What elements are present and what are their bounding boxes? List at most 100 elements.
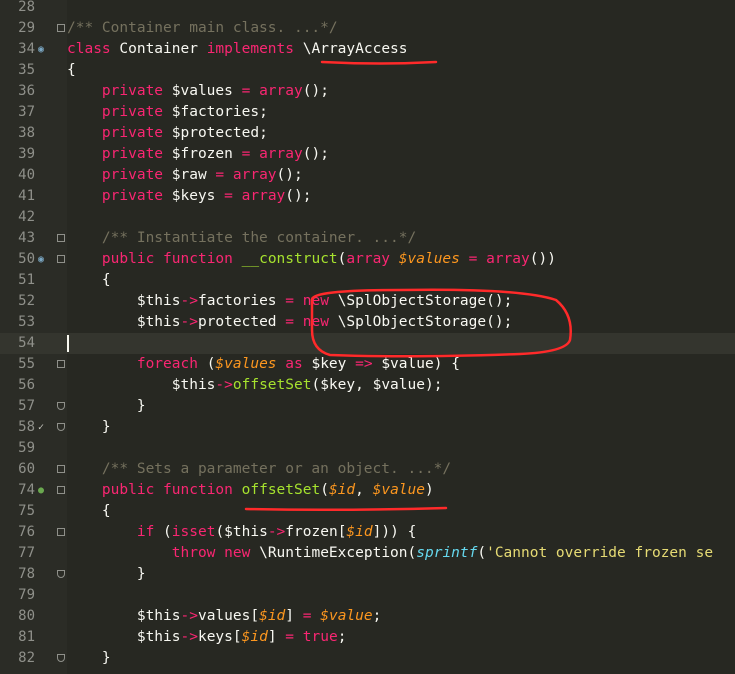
line-number: 43 (18, 230, 35, 246)
fold-toggle-icon[interactable] (57, 465, 65, 473)
implementation-icon[interactable]: ◉ (38, 39, 50, 60)
line-number: 35 (18, 62, 35, 78)
code-line[interactable]: 60 /** Sets a parameter or an object. ..… (0, 459, 735, 480)
line-number: 50 (18, 251, 35, 267)
code-line[interactable]: 81 $this->keys[$id] = true; (0, 627, 735, 648)
code-text: throw new \RuntimeException(sprintf('Can… (171, 545, 714, 561)
code-text: private $protected; (101, 125, 268, 141)
code-line[interactable]: 42 (0, 207, 735, 228)
code-text: class Container implements \ArrayAccess (67, 41, 408, 57)
code-text: { (101, 503, 111, 519)
line-number: 55 (18, 356, 35, 372)
fold-toggle-icon[interactable] (57, 255, 65, 263)
fold-toggle-icon[interactable] (57, 423, 65, 431)
code-line[interactable]: 82 } (0, 648, 735, 669)
code-line[interactable]: 41 private $keys = array(); (0, 186, 735, 207)
code-text: private $values = array(); (101, 83, 329, 99)
code-text: } (101, 419, 111, 435)
line-number: 60 (18, 461, 35, 477)
code-text: } (136, 398, 146, 414)
code-line[interactable]: 55 foreach ($values as $key => $value) { (0, 354, 735, 375)
fold-toggle-icon[interactable] (57, 402, 65, 410)
code-line[interactable]: 43 /** Instantiate the container. ...*/ (0, 228, 735, 249)
code-line[interactable]: 54 (0, 333, 735, 354)
code-text: if (isset($this->frozen[$id])) { (136, 524, 417, 540)
code-line[interactable]: 74 ● public function offsetSet($id, $valu… (0, 480, 735, 501)
line-number: 80 (18, 608, 35, 624)
code-line[interactable]: 57 } (0, 396, 735, 417)
line-number: 57 (18, 398, 35, 414)
line-number: 36 (18, 83, 35, 99)
code-line[interactable]: 28 (0, 0, 735, 18)
code-line[interactable]: 38 private $protected; (0, 123, 735, 144)
code-line[interactable]: 53 $this->protected = new \SplObjectStor… (0, 312, 735, 333)
line-number: 75 (18, 503, 35, 519)
line-number: 76 (18, 524, 35, 540)
line-number: 79 (18, 587, 35, 603)
line-number: 82 (18, 650, 35, 666)
code-text: $this->factories = new \SplObjectStorage… (136, 293, 513, 309)
code-line[interactable]: 52 $this->factories = new \SplObjectStor… (0, 291, 735, 312)
code-line[interactable]: 39 private $frozen = array(); (0, 144, 735, 165)
line-number: 28 (18, 0, 35, 15)
line-number: 78 (18, 566, 35, 582)
code-line[interactable]: 76 if (isset($this->frozen[$id])) { (0, 522, 735, 543)
code-text: $this->offsetSet($key, $value); (171, 377, 443, 393)
code-text: $this->values[$id] = $value; (136, 608, 382, 624)
fold-toggle-icon[interactable] (57, 24, 65, 32)
code-text: $this->protected = new \SplObjectStorage… (136, 314, 513, 330)
line-number: 81 (18, 629, 35, 645)
code-text: /** Instantiate the container. ...*/ (67, 230, 417, 246)
line-number: 41 (18, 188, 35, 204)
implements-method-icon[interactable]: ● (38, 480, 50, 501)
code-editor[interactable]: 28 29 /** Container main class. ...*/ 34 ◉ cl… (0, 0, 735, 674)
line-number: 54 (18, 335, 35, 351)
code-text: private $raw = array(); (101, 167, 303, 183)
fold-toggle-icon[interactable] (57, 528, 65, 536)
line-number: 37 (18, 104, 35, 120)
code-line[interactable]: 59 (0, 438, 735, 459)
line-number: 40 (18, 167, 35, 183)
code-text: { (101, 272, 111, 288)
line-number: 56 (18, 377, 35, 393)
code-line[interactable]: 36 private $values = array(); (0, 81, 735, 102)
line-number: 77 (18, 545, 35, 561)
line-number: 38 (18, 125, 35, 141)
fold-toggle-icon[interactable] (57, 486, 65, 494)
fold-toggle-icon[interactable] (57, 360, 65, 368)
line-number: 42 (18, 209, 35, 225)
text-caret (67, 335, 69, 352)
code-text: private $keys = array(); (101, 188, 312, 204)
code-line[interactable]: 56 $this->offsetSet($key, $value); (0, 375, 735, 396)
line-number: 39 (18, 146, 35, 162)
line-number: 29 (18, 20, 35, 36)
fold-toggle-icon[interactable] (57, 234, 65, 242)
code-line[interactable]: 80 $this->values[$id] = $value; (0, 606, 735, 627)
code-line[interactable]: 78 } (0, 564, 735, 585)
code-line[interactable]: 51 { (0, 270, 735, 291)
line-number: 74 (18, 482, 35, 498)
line-number: 52 (18, 293, 35, 309)
fold-toggle-icon[interactable] (57, 654, 65, 662)
code-line[interactable]: 35 { (0, 60, 735, 81)
code-line[interactable]: 79 (0, 585, 735, 606)
code-line[interactable]: 29 /** Container main class. ...*/ (0, 18, 735, 39)
code-line[interactable]: 50 ◉ public function __construct(array $v… (0, 249, 735, 270)
code-line[interactable]: 58 ✓ } (0, 417, 735, 438)
override-icon[interactable]: ◉ (38, 249, 50, 270)
code-text: } (136, 566, 146, 582)
check-icon[interactable]: ✓ (38, 417, 50, 438)
code-line[interactable]: 77 throw new \RuntimeException(sprintf('… (0, 543, 735, 564)
code-text: public function offsetSet($id, $value) (101, 482, 434, 498)
fold-toggle-icon[interactable] (57, 570, 65, 578)
code-text: /** Container main class. ...*/ (67, 20, 338, 36)
code-line[interactable]: 75 { (0, 501, 735, 522)
code-line[interactable]: 40 private $raw = array(); (0, 165, 735, 186)
code-text: public function __construct(array $value… (101, 251, 556, 267)
code-text: { (67, 62, 76, 78)
code-text: foreach ($values as $key => $value) { (136, 356, 460, 372)
code-text: /** Sets a parameter or an object. ...*/ (67, 461, 452, 477)
code-line[interactable]: 34 ◉ class Container implements \ArrayAcce… (0, 39, 735, 60)
line-number: 58 (18, 419, 35, 435)
code-line[interactable]: 37 private $factories; (0, 102, 735, 123)
